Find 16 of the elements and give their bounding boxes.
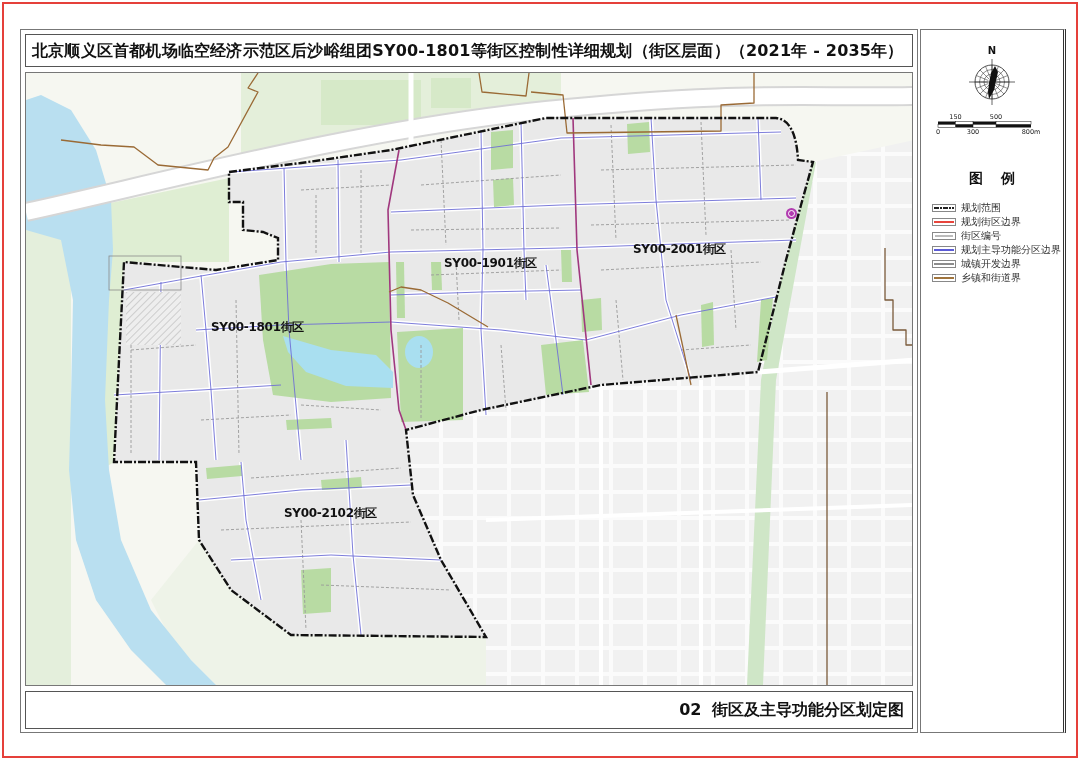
district-label: SY00-2001街区: [633, 242, 727, 256]
legend-label: 城镇开发边界: [961, 258, 1021, 269]
compass-icon: [969, 59, 1015, 105]
district-label: SY00-1801街区: [211, 320, 305, 334]
map-title: 北京顺义区首都机场临空经济示范区后沙峪组团SY00-1801等街区控制性详细规划（街区层面）（2021年 - 2035年）: [32, 40, 904, 61]
legend-label: 乡镇和街道界: [961, 272, 1021, 283]
sheet-caption: 02 街区及主导功能分区划定图: [679, 700, 904, 720]
legend-label: 规划街区边界: [961, 216, 1021, 227]
legend-label: 规划范围: [961, 202, 1001, 213]
legend-title: 图 例: [968, 170, 1016, 187]
north-label: N: [987, 45, 997, 56]
legend-label: 街区编号: [961, 230, 1001, 241]
legend-label: 规划主导功能分区边界: [961, 244, 1061, 255]
district-label: SY00-2102街区: [284, 506, 378, 520]
district-label: SY00-1901街区: [444, 256, 538, 270]
metro-station-icon: [786, 208, 797, 219]
